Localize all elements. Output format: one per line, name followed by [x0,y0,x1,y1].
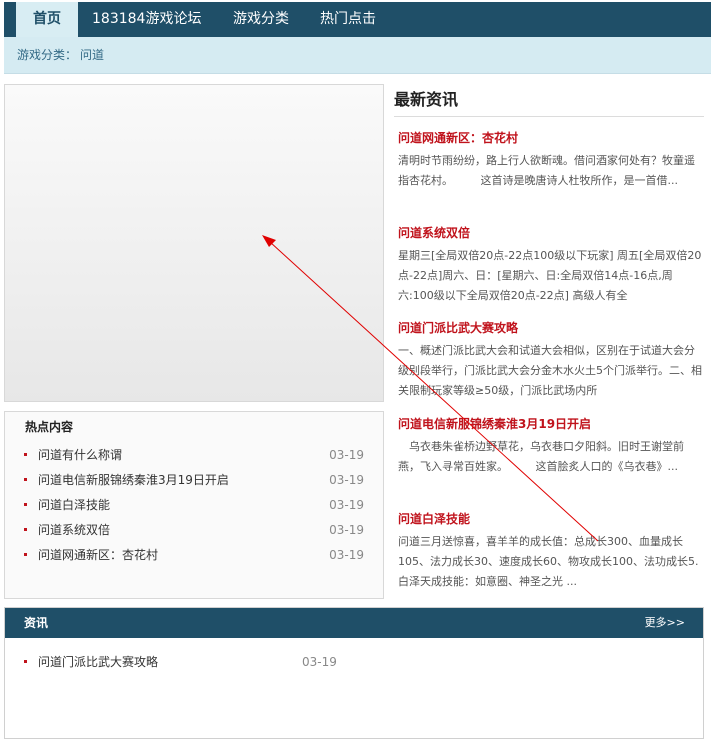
news-item-summary: 一、概述门派比武大会和试道大会相似，区别在于试道大会分级别段举行，门派比武大会分… [398,344,702,397]
news-item-title[interactable]: 问道白泽技能 [398,510,702,527]
hot-list-item[interactable]: 问道系统双倍 03-19 [24,520,364,540]
info-panel: 资讯 更多>> 问道门派比武大赛攻略 03-19 [4,607,704,739]
hot-item-date: 03-19 [329,448,364,462]
hot-list-item[interactable]: 问道电信新服锦绣秦淮3月19日开启 03-19 [24,470,364,490]
hot-item-link[interactable]: 问道系统双倍 [38,520,110,540]
breadcrumb: 游戏分类： 问道 [4,37,711,74]
hot-item-link[interactable]: 问道网通新区：杏花村 [38,545,158,565]
hot-item-link[interactable]: 问道电信新服锦绣秦淮3月19日开启 [38,470,229,490]
hot-item-date: 03-19 [329,523,364,537]
latest-news-title: 最新资讯 [394,84,704,117]
hot-list-item[interactable]: 问道白泽技能 03-19 [24,495,364,515]
bullet-icon [24,553,27,556]
hot-list-item[interactable]: 问道有什么称谓 03-19 [24,445,364,465]
bullet-icon [24,503,27,506]
hot-content-panel: 热点内容 问道有什么称谓 03-19 问道电信新服锦绣秦淮3月19日开启 03-… [4,411,384,599]
bullet-icon [24,478,27,481]
breadcrumb-label: 游戏分类： [17,48,78,62]
featured-image-slot[interactable] [4,84,384,402]
info-panel-title: 资讯 [24,616,49,630]
nav-forum[interactable]: 183184游戏论坛 [92,2,201,37]
hot-content-title: 热点内容 [25,420,74,434]
nav-game-category[interactable]: 游戏分类 [233,2,289,37]
hot-item-link[interactable]: 问道有什么称谓 [38,445,122,465]
hot-item-date: 03-19 [329,498,364,512]
top-navigation: 首页 183184游戏论坛 游戏分类 热门点击 [4,2,711,37]
bullet-icon [24,453,27,456]
news-item: 问道系统双倍 星期三[全局双倍20点-22点100级以下玩家] 周五[全局双倍2… [398,224,702,306]
news-item-title[interactable]: 问道网通新区：杏花村 [398,129,702,146]
info-list-item[interactable]: 问道门派比武大赛攻略 03-19 [24,652,344,672]
news-item-title[interactable]: 问道系统双倍 [398,224,702,241]
news-item: 问道门派比武大赛攻略 一、概述门派比武大会和试道大会相似，区别在于试道大会分级别… [398,319,702,401]
news-item: 问道白泽技能 问道三月送惊喜，喜羊羊的成长值：总成长300、血量成长105、法力… [398,510,702,592]
news-item-title[interactable]: 问道电信新服锦绣秦淮3月19日开启 [398,415,702,432]
info-item-date: 03-19 [302,655,337,669]
info-item-link[interactable]: 问道门派比武大赛攻略 [38,652,158,672]
hot-item-date: 03-19 [329,548,364,562]
news-item-summary: 清明时节雨纷纷，路上行人欲断魂。借问酒家何处有？牧童遥指杏花村。 这首诗是晚唐诗… [398,154,695,187]
breadcrumb-link[interactable]: 问道 [80,37,104,73]
nav-home[interactable]: 首页 [16,2,78,37]
news-item: 问道网通新区：杏花村 清明时节雨纷纷，路上行人欲断魂。借问酒家何处有？牧童遥指杏… [398,129,702,211]
news-item-title[interactable]: 问道门派比武大赛攻略 [398,319,702,336]
hot-list-item[interactable]: 问道网通新区：杏花村 03-19 [24,545,364,565]
news-item: 问道电信新服锦绣秦淮3月19日开启 乌衣巷朱雀桥边野草花，乌衣巷口夕阳斜。旧时王… [398,415,702,497]
latest-news-section: 最新资讯 问道网通新区：杏花村 清明时节雨纷纷，路上行人欲断魂。借问酒家何处有？… [394,84,704,588]
bullet-icon [24,660,27,663]
info-panel-header: 资讯 更多>> [5,608,703,638]
hot-item-link[interactable]: 问道白泽技能 [38,495,110,515]
news-item-summary: 乌衣巷朱雀桥边野草花，乌衣巷口夕阳斜。旧时王谢堂前燕，飞入寻常百姓家。 这首脍炙… [398,440,684,473]
news-item-summary: 问道三月送惊喜，喜羊羊的成长值：总成长300、血量成长105、法力成长30、速度… [398,535,699,588]
news-item-summary: 星期三[全局双倍20点-22点100级以下玩家] 周五[全局双倍20点-22点]… [398,249,702,302]
nav-hot-clicks[interactable]: 热门点击 [320,2,376,37]
bullet-icon [24,528,27,531]
more-link[interactable]: 更多>> [645,608,685,638]
hot-item-date: 03-19 [329,473,364,487]
